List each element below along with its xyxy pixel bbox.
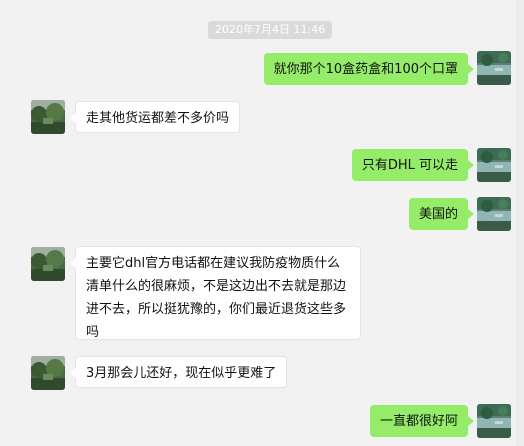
message-bubble-outgoing[interactable]: 只有DHL 可以走 (351, 149, 475, 181)
contact-avatar[interactable] (31, 100, 65, 134)
chat-window: 2020年7月4日 11:46 就你那个10盒药盒和100个口罩 走其他货运都差… (0, 0, 524, 446)
message-bubble-incoming[interactable]: 主要它dhl官方电话都在建议我防疫物质什么清单什么的很麻烦，不是这边出不去就是那… (70, 246, 361, 340)
message-bubble-outgoing[interactable]: 美国的 (408, 198, 475, 230)
lake-photo-avatar-icon (477, 148, 511, 182)
message-bubble-incoming[interactable]: 走其他货运都差不多价吗 (69, 101, 241, 133)
self-avatar[interactable] (477, 404, 511, 438)
top-header-fragment (190, 0, 330, 4)
message-bubble-outgoing[interactable]: 一直都很好阿 (369, 405, 475, 437)
contact-avatar[interactable] (31, 247, 65, 281)
lake-photo-avatar-icon (477, 51, 511, 85)
self-avatar[interactable] (477, 51, 511, 85)
contact-avatar[interactable] (31, 356, 65, 390)
landscape-photo-avatar-icon (31, 100, 65, 134)
self-avatar[interactable] (477, 197, 511, 231)
landscape-photo-avatar-icon (31, 247, 65, 281)
message-bubble-incoming[interactable]: 3月那会儿还好，现在似乎更难了 (69, 356, 288, 388)
landscape-photo-avatar-icon (31, 356, 65, 390)
lake-photo-avatar-icon (477, 404, 511, 438)
self-avatar[interactable] (477, 148, 511, 182)
scrollbar-track[interactable] (516, 0, 524, 446)
message-timestamp: 2020年7月4日 11:46 (208, 21, 333, 39)
message-bubble-outgoing[interactable]: 就你那个10盒药盒和100个口罩 (263, 53, 475, 85)
lake-photo-avatar-icon (477, 197, 511, 231)
